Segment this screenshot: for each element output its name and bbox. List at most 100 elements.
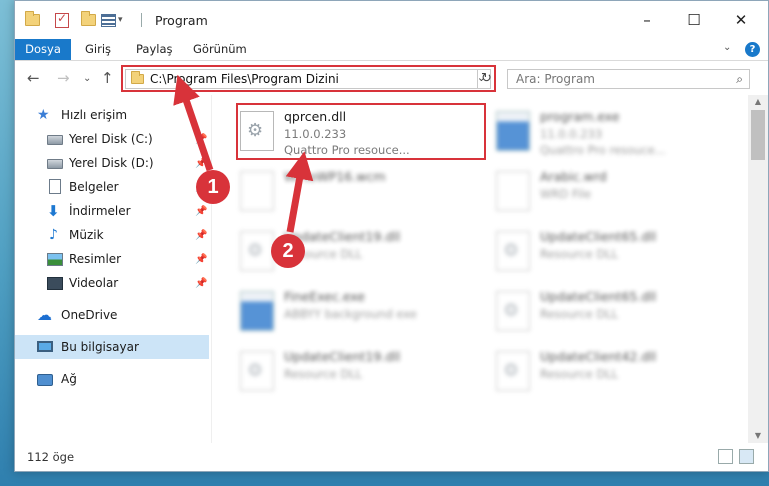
folder-icon	[25, 11, 40, 29]
maximize-button[interactable]: ☐	[682, 9, 706, 31]
navigation-bar: ← → ⌄ ↑ C:\Program Files\Program Dizini …	[15, 61, 768, 95]
sidebar-item-local-disk-c[interactable]: Yerel Disk (C:) 📌	[15, 127, 209, 151]
forward-button[interactable]: →	[57, 69, 70, 87]
download-icon: ⬇	[47, 202, 60, 220]
file-explorer-window: ▾ Program – ☐ ✕ Dosya Giriş Paylaş Görün…	[14, 0, 769, 472]
dll-file-icon	[496, 351, 530, 391]
cloud-icon: ☁	[37, 306, 52, 324]
file-item-fineexec[interactable]: FineExec.exe ABBYY background exe	[236, 285, 476, 343]
large-icons-view-icon[interactable]	[739, 449, 754, 464]
help-icon[interactable]: ?	[745, 42, 760, 57]
file-type: Resource DLL	[284, 367, 363, 381]
sidebar-item-label: Yerel Disk (C:)	[69, 132, 153, 146]
videos-icon	[47, 275, 63, 291]
back-button[interactable]: ←	[27, 69, 40, 87]
step-1-badge: 1	[196, 170, 230, 204]
file-type: Resource DLL	[540, 367, 619, 381]
drive-icon	[47, 131, 63, 147]
pin-icon[interactable]: 📌	[195, 134, 207, 145]
pin-icon[interactable]: 📌	[195, 254, 207, 265]
network-icon	[37, 371, 53, 387]
scroll-down-icon[interactable]: ▼	[748, 431, 768, 440]
step-2-badge: 2	[271, 234, 305, 268]
pin-icon[interactable]: 📌	[195, 206, 207, 217]
generic-file-icon	[240, 171, 274, 211]
generic-file-icon	[496, 171, 530, 211]
window-title: Program	[155, 13, 208, 28]
file-type: ABBYY background exe	[284, 307, 417, 321]
pin-icon[interactable]: 📌	[195, 158, 207, 169]
file-item-wptowp16[interactable]: WPtoWP16.wcm	[236, 165, 476, 223]
sidebar-item-pictures[interactable]: Resimler 📌	[15, 247, 209, 271]
exe-file-icon	[240, 291, 274, 331]
file-item-arabic-wrd[interactable]: Arabic.wrd WRD File	[492, 165, 732, 223]
scroll-up-icon[interactable]: ▲	[748, 97, 768, 106]
view-options-icon[interactable]: ▾	[101, 11, 123, 29]
up-button[interactable]: ↑	[101, 69, 114, 87]
search-box[interactable]: Ara: Program ⌕	[507, 69, 750, 89]
tab-share[interactable]: Paylaş	[136, 39, 173, 60]
navigation-pane: ★ Hızlı erişim Yerel Disk (C:) 📌 Yerel D…	[15, 95, 211, 443]
minimize-button[interactable]: –	[635, 9, 659, 31]
sidebar-item-label: OneDrive	[61, 308, 118, 322]
recent-locations-dropdown[interactable]: ⌄	[83, 73, 91, 84]
sidebar-item-quick-access[interactable]: ★ Hızlı erişim	[15, 103, 209, 127]
search-placeholder: Ara: Program	[516, 72, 595, 86]
file-type: Resource DLL	[540, 247, 619, 261]
pin-icon[interactable]: 📌	[195, 230, 207, 241]
sidebar-item-videos[interactable]: Videolar 📌	[15, 271, 209, 295]
file-type: WRD File	[540, 187, 592, 201]
sidebar-item-label: Ağ	[61, 372, 77, 386]
sidebar-item-onedrive[interactable]: ☁ OneDrive	[15, 303, 209, 327]
sidebar-item-documents[interactable]: Belgeler 📌	[15, 175, 209, 199]
computer-icon	[37, 339, 53, 355]
file-item-program-exe[interactable]: program.exe 11.0.0.233 Quattro Pro resou…	[492, 105, 732, 163]
properties-icon[interactable]	[55, 11, 69, 29]
star-icon: ★	[37, 107, 50, 123]
sidebar-item-this-pc[interactable]: Bu bilgisayar	[15, 335, 209, 359]
sidebar-item-label: Yerel Disk (D:)	[69, 156, 154, 170]
sidebar-item-network[interactable]: Ağ	[15, 367, 209, 391]
address-highlight-box	[121, 65, 496, 92]
vertical-scrollbar[interactable]: ▲ ▼	[748, 95, 768, 443]
music-icon: ♪	[49, 227, 58, 243]
dll-file-icon	[240, 231, 274, 271]
file-name: WPtoWP16.wcm	[284, 169, 386, 184]
new-folder-icon[interactable]	[81, 11, 96, 29]
file-item-updateclient65-b[interactable]: UpdateClient65.dll Resource DLL	[492, 285, 732, 343]
sidebar-item-label: Resimler	[69, 252, 122, 266]
document-icon	[47, 179, 63, 195]
ribbon-expand-icon[interactable]: ⌄	[723, 42, 731, 53]
drive-icon	[47, 155, 63, 171]
title-separator	[141, 11, 142, 29]
pictures-icon	[47, 251, 63, 267]
tab-home[interactable]: Giriş	[85, 39, 111, 60]
file-name: UpdateClient19.dll	[284, 349, 401, 364]
search-icon[interactable]: ⌕	[736, 72, 743, 87]
sidebar-item-label: Bu bilgisayar	[61, 340, 139, 354]
file-highlight-box	[236, 103, 486, 160]
pin-icon[interactable]: 📌	[195, 278, 207, 289]
sidebar-item-downloads[interactable]: ⬇ İndirmeler 📌	[15, 199, 209, 223]
file-name: Arabic.wrd	[540, 169, 607, 184]
tab-file[interactable]: Dosya	[15, 39, 71, 60]
sidebar-item-music[interactable]: ♪ Müzik 📌	[15, 223, 209, 247]
sidebar-item-label: İndirmeler	[69, 204, 131, 218]
file-item-updateclient19-b[interactable]: UpdateClient19.dll Resource DLL	[236, 345, 476, 403]
sidebar-item-local-disk-d[interactable]: Yerel Disk (D:) 📌	[15, 151, 209, 175]
file-description: Quattro Pro resouce...	[540, 143, 666, 157]
close-button[interactable]: ✕	[729, 9, 753, 31]
file-name: UpdateClient65.dll	[540, 229, 657, 244]
tab-view[interactable]: Görünüm	[193, 39, 247, 60]
scrollbar-thumb[interactable]	[751, 110, 765, 160]
file-name: program.exe	[540, 109, 620, 124]
title-bar: ▾ Program – ☐ ✕	[15, 1, 768, 39]
file-name: FineExec.exe	[284, 289, 365, 304]
sidebar-item-label: Hızlı erişim	[61, 108, 128, 122]
sidebar-item-label: Videolar	[69, 276, 119, 290]
details-view-icon[interactable]	[718, 449, 733, 464]
file-name: UpdateClient65.dll	[540, 289, 657, 304]
file-item-updateclient65[interactable]: UpdateClient65.dll Resource DLL	[492, 225, 732, 283]
ribbon-tabs: Dosya Giriş Paylaş Görünüm ⌄ ?	[15, 39, 768, 61]
file-item-updateclient42[interactable]: UpdateClient42.dll Resource DLL	[492, 345, 732, 403]
